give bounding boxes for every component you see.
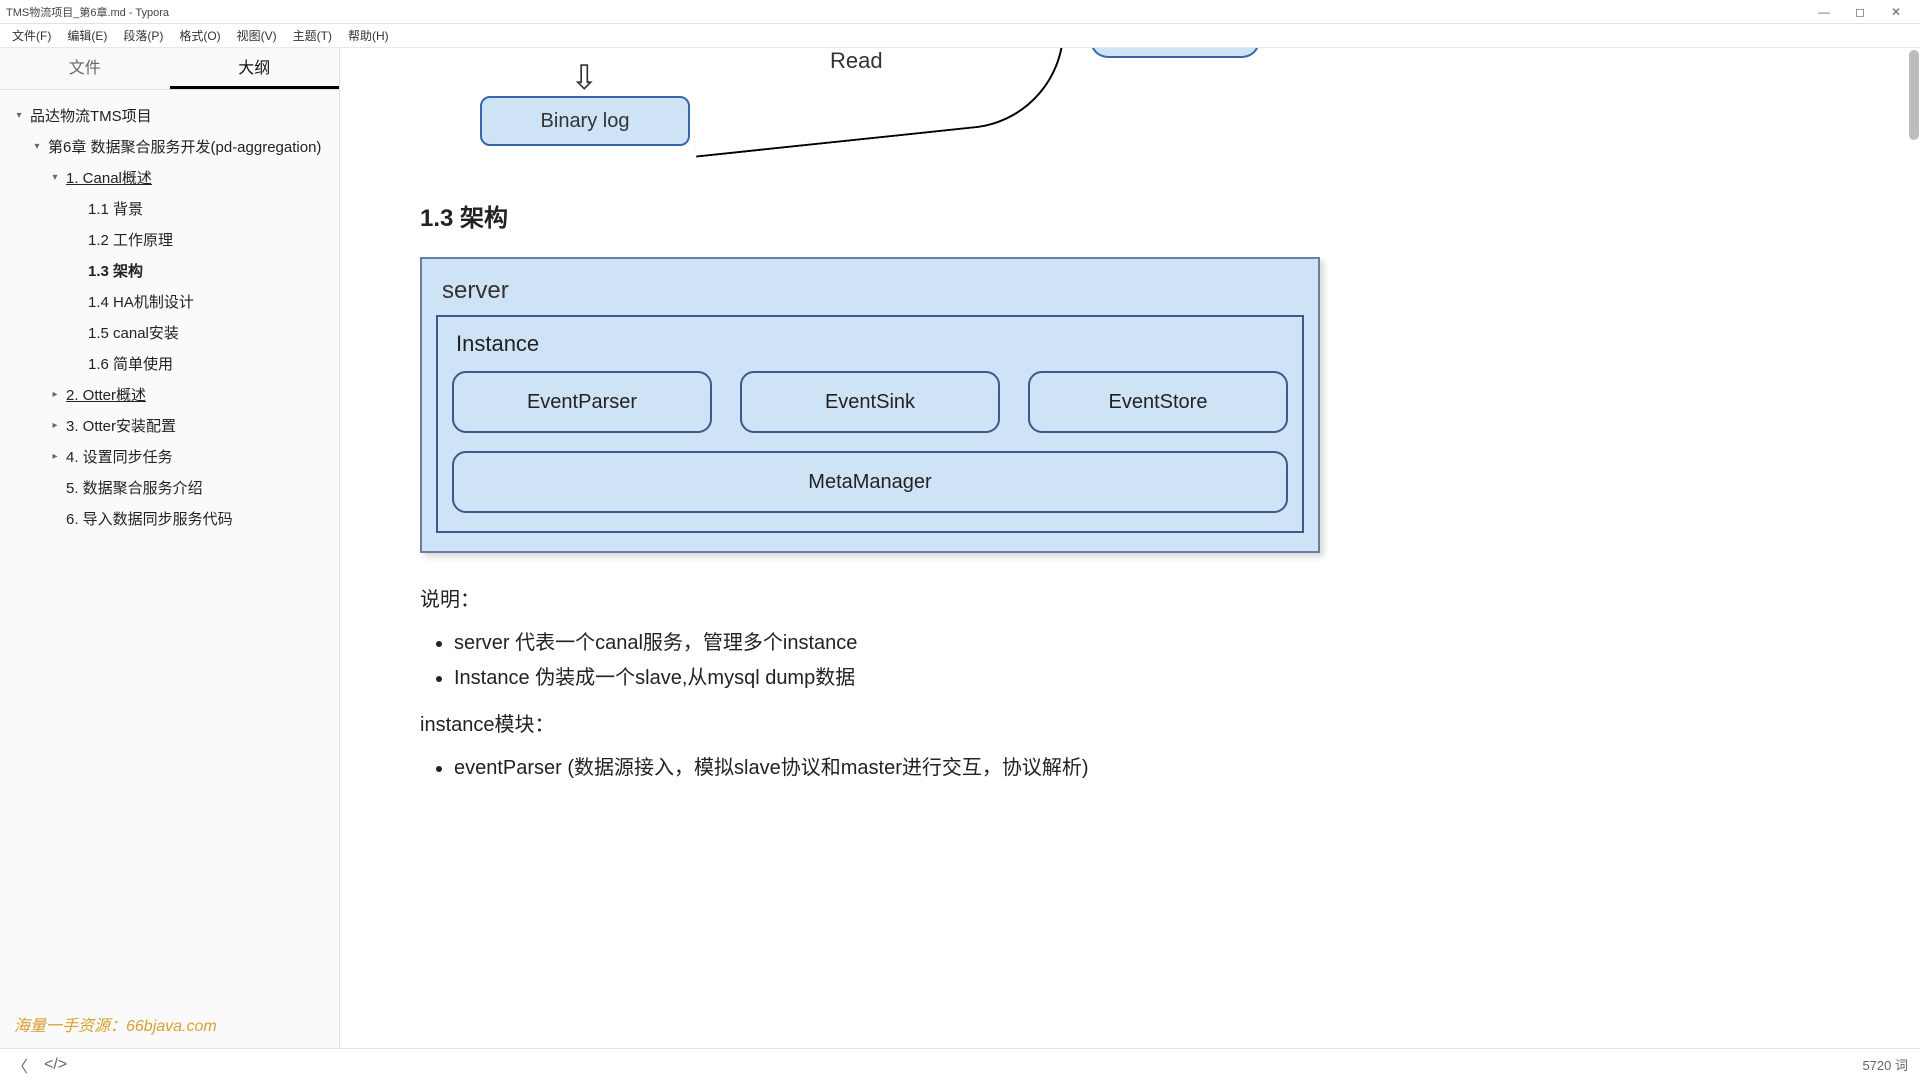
- outline-item[interactable]: 1.1 背景: [6, 193, 333, 224]
- outline-item-label: 1.6 简单使用: [88, 353, 173, 374]
- outline-item[interactable]: 1.4 HA机制设计: [6, 286, 333, 317]
- bullet-list-2: eventParser (数据源接入，模拟slave协议和master进行交互，…: [454, 751, 1860, 780]
- arch-server-label: server: [442, 277, 1304, 305]
- outline-item-label: 6. 导入数据同步服务代码: [66, 508, 233, 529]
- menu-file[interactable]: 文件(F): [4, 25, 59, 46]
- paragraph-explain: 说明：: [420, 583, 1860, 612]
- paragraph-instance-module: instance模块：: [420, 708, 1860, 737]
- outline-item-label: 品达物流TMS项目: [30, 105, 152, 126]
- arch-eventstore: EventStore: [1028, 371, 1288, 433]
- list-item: eventParser (数据源接入，模拟slave协议和master进行交互，…: [454, 751, 1860, 780]
- sidebar-tab-file[interactable]: 文件: [0, 48, 170, 89]
- menu-view[interactable]: 视图(V): [229, 25, 285, 46]
- heading-1-3: 1.3 架构: [420, 198, 1860, 233]
- diagram-top: ⇩ Read Binary log: [420, 48, 1860, 168]
- window-maximize-button[interactable]: ◻: [1842, 5, 1878, 19]
- chevron-down-icon[interactable]: ▾: [48, 172, 62, 183]
- outline-item-label: 1.1 背景: [88, 198, 143, 219]
- menu-theme[interactable]: 主题(T): [285, 25, 340, 46]
- outline-item[interactable]: 1.3 架构: [6, 255, 333, 286]
- arch-eventsink: EventSink: [740, 371, 1000, 433]
- outline-item[interactable]: ▾ 品达物流TMS项目: [6, 100, 333, 131]
- outline-item[interactable]: 1.5 canal安装: [6, 317, 333, 348]
- outline-item[interactable]: ▾ 1. Canal概述: [6, 162, 333, 193]
- outline-item-label: 1.5 canal安装: [88, 322, 179, 343]
- window-titlebar: TMS物流项目_第6章.md - Typora — ◻ ✕: [0, 0, 1920, 24]
- outline-item-label: 1.4 HA机制设计: [88, 291, 194, 312]
- outline-item-label: 4. 设置同步任务: [66, 446, 173, 467]
- outline-item-label: 1.2 工作原理: [88, 229, 173, 250]
- diagram-curve: [686, 48, 1074, 158]
- outline-item-label: 2. Otter概述: [66, 384, 146, 405]
- arch-instance-box: Instance EventParser EventSink EventStor…: [436, 315, 1304, 533]
- menu-edit[interactable]: 编辑(E): [59, 25, 115, 46]
- menubar: 文件(F) 编辑(E) 段落(P) 格式(O) 视图(V) 主题(T) 帮助(H…: [0, 24, 1920, 48]
- outline-item-label: 1. Canal概述: [66, 167, 152, 188]
- scrollbar-thumb[interactable]: [1909, 50, 1919, 140]
- status-wordcount[interactable]: 5720 词: [1862, 1055, 1908, 1074]
- window-minimize-button[interactable]: —: [1806, 5, 1842, 19]
- architecture-diagram: server Instance EventParser EventSink Ev…: [420, 257, 1320, 553]
- outline-item-label: 5. 数据聚合服务介绍: [66, 477, 203, 498]
- chevron-down-icon[interactable]: ▾: [12, 110, 26, 121]
- chevron-right-icon[interactable]: ▸: [48, 451, 62, 462]
- diagram-binarylog-box: Binary log: [480, 96, 690, 146]
- outline-item[interactable]: ▾ 第6章 数据聚合服务开发(pd-aggregation): [6, 131, 333, 162]
- editor-content[interactable]: ⇩ Read Binary log 1.3 架构 server Instance…: [340, 48, 1920, 1048]
- outline-item-label: 1.3 架构: [88, 260, 143, 281]
- diagram-right-box: [1090, 48, 1260, 58]
- chevron-right-icon[interactable]: ▸: [48, 420, 62, 431]
- outline-item-label: 第6章 数据聚合服务开发(pd-aggregation): [48, 136, 321, 157]
- menu-format[interactable]: 格式(O): [171, 25, 228, 46]
- outline-item[interactable]: ▸ 3. Otter安装配置: [6, 410, 333, 441]
- bullet-list-1: server 代表一个canal服务，管理多个instance Instance…: [454, 626, 1860, 690]
- sidebar: 文件 大纲 ▾ 品达物流TMS项目 ▾ 第6章 数据聚合服务开发(pd-aggrega…: [0, 48, 340, 1048]
- arch-metamanager: MetaManager: [452, 451, 1288, 513]
- outline-item[interactable]: 1.2 工作原理: [6, 224, 333, 255]
- outline-item[interactable]: ▸ 2. Otter概述: [6, 379, 333, 410]
- status-back-icon[interactable]: 〈: [12, 1053, 28, 1077]
- arch-instance-label: Instance: [456, 331, 1288, 357]
- list-item: Instance 伪装成一个slave,从mysql dump数据: [454, 661, 1860, 690]
- arrow-down-icon: ⇩: [570, 58, 599, 98]
- outline-item[interactable]: 5. 数据聚合服务介绍: [6, 472, 333, 503]
- list-item: server 代表一个canal服务，管理多个instance: [454, 626, 1860, 655]
- outline-item-label: 3. Otter安装配置: [66, 415, 176, 436]
- outline-item[interactable]: 1.6 简单使用: [6, 348, 333, 379]
- window-title: TMS物流项目_第6章.md - Typora: [6, 4, 169, 20]
- arch-eventparser: EventParser: [452, 371, 712, 433]
- sidebar-tab-outline[interactable]: 大纲: [170, 48, 340, 89]
- watermark-text: 海量一手资源：66bjava.com: [14, 1012, 217, 1036]
- outline-item[interactable]: ▸ 4. 设置同步任务: [6, 441, 333, 472]
- chevron-right-icon[interactable]: ▸: [48, 389, 62, 400]
- menu-para[interactable]: 段落(P): [115, 25, 171, 46]
- status-source-icon[interactable]: </>: [44, 1056, 67, 1074]
- window-close-button[interactable]: ✕: [1878, 5, 1914, 19]
- menu-help[interactable]: 帮助(H): [340, 25, 397, 46]
- statusbar: 〈 </> 5720 词: [0, 1048, 1920, 1080]
- outline-tree[interactable]: ▾品达物流TMS项目▾第6章 数据聚合服务开发(pd-aggregation)▾…: [0, 90, 339, 1048]
- sidebar-tabs: 文件 大纲: [0, 48, 339, 90]
- outline-item[interactable]: 6. 导入数据同步服务代码: [6, 503, 333, 534]
- chevron-down-icon[interactable]: ▾: [30, 141, 44, 152]
